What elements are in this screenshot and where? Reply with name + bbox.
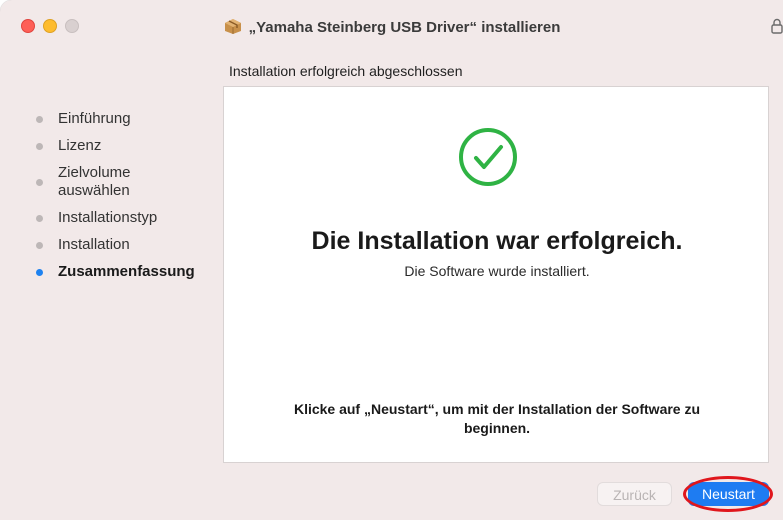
step-label: Zusammenfassung	[58, 263, 195, 280]
step-zusammenfassung: Zusammenfassung	[36, 263, 216, 281]
installer-window: „Yamaha Steinberg USB Driver“ installier…	[0, 0, 783, 520]
title-bar: „Yamaha Steinberg USB Driver“ installier…	[0, 0, 783, 52]
checkmark-circle-icon	[458, 127, 518, 187]
step-label: Einführung	[58, 110, 131, 127]
step-installationstyp: Installationstyp	[36, 209, 216, 227]
step-lizenz: Lizenz	[36, 137, 216, 155]
step-einfuehrung: Einführung	[36, 110, 216, 128]
step-dot	[36, 179, 43, 186]
step-installation: Installation	[36, 236, 216, 254]
lock-icon	[771, 18, 783, 36]
window-title: „Yamaha Steinberg USB Driver“ installier…	[0, 17, 783, 39]
window-title-text: „Yamaha Steinberg USB Driver“ installier…	[248, 19, 561, 36]
success-headline: Die Installation war erfolgreich.	[311, 227, 683, 255]
content-panel: Die Installation war erfolgreich. Die So…	[223, 86, 769, 463]
success-subline: Die Software wurde installiert.	[404, 263, 590, 279]
step-label: Installation	[58, 236, 130, 253]
package-icon	[223, 17, 243, 39]
back-button[interactable]: Zurück	[597, 482, 672, 506]
steps-sidebar: Einführung Lizenz Zielvolume auswählen I…	[36, 110, 216, 290]
page-subtitle: Installation erfolgreich abgeschlossen	[229, 63, 463, 79]
highlight-annotation-ring	[683, 476, 773, 512]
restart-instruction: Klicke auf „Neustart“, um mit der Instal…	[293, 401, 701, 436]
step-dot	[36, 242, 43, 249]
step-label: Lizenz	[58, 137, 102, 154]
step-dot	[36, 116, 43, 123]
step-dot	[36, 143, 43, 150]
step-dot-active	[36, 269, 43, 276]
step-label: Installationstyp	[58, 209, 158, 226]
step-zielvolume: Zielvolume auswählen	[36, 164, 158, 200]
step-label: Zielvolume auswählen	[58, 164, 131, 199]
step-dot	[36, 215, 43, 222]
